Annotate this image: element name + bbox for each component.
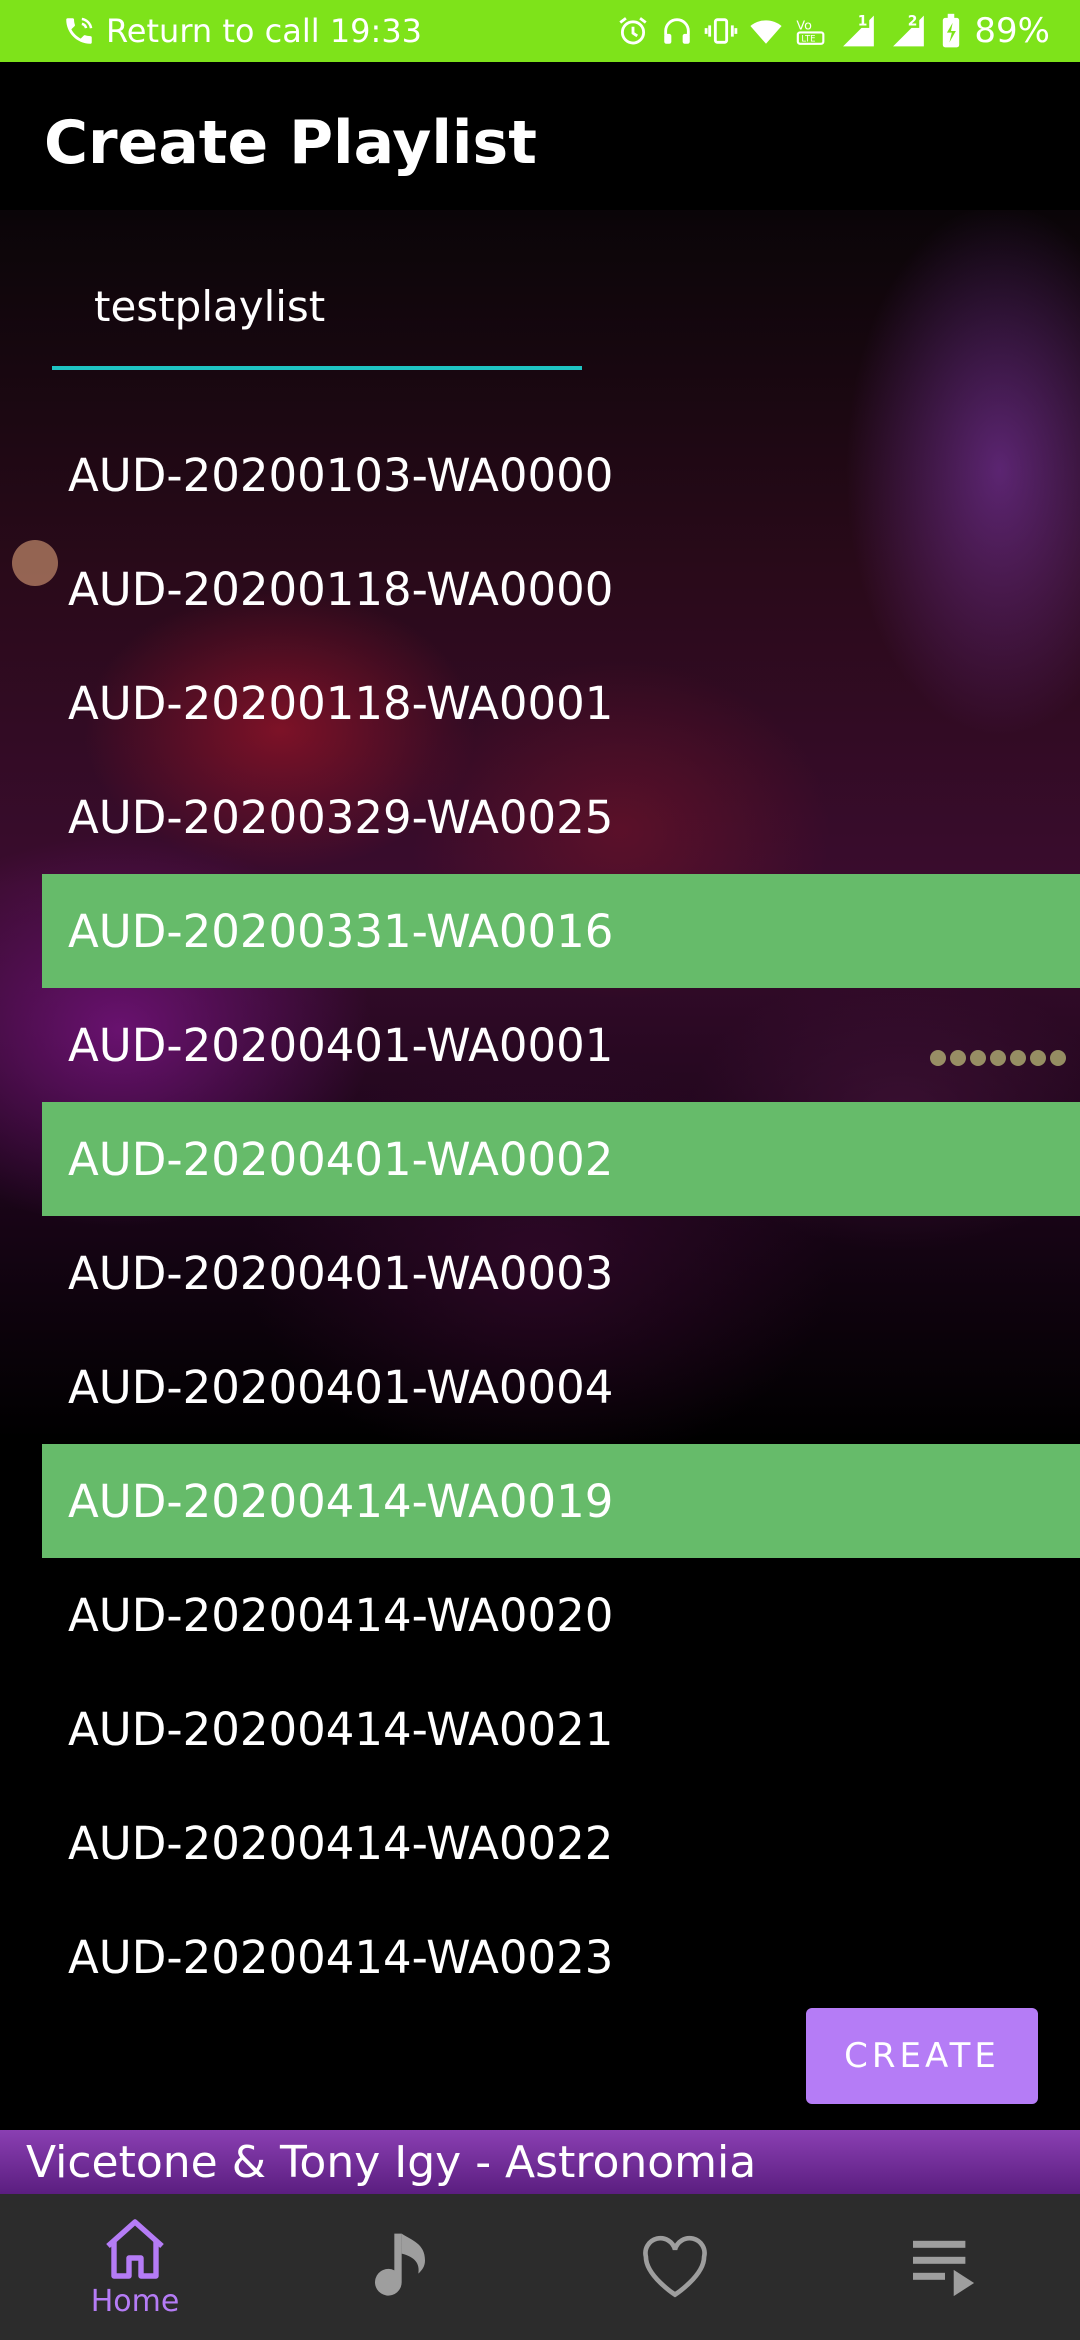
song-title: AUD-20200401-WA0003 xyxy=(68,1246,614,1300)
vibrate-icon xyxy=(704,14,738,48)
song-title: AUD-20200414-WA0023 xyxy=(68,1930,614,1984)
music-note-icon xyxy=(375,2233,425,2296)
song-title: AUD-20200331-WA0016 xyxy=(68,904,614,958)
queue-play-icon xyxy=(913,2240,975,2297)
now-playing-title: Vicetone & Tony Igy - Astronomia xyxy=(26,2136,757,2188)
wifi-icon xyxy=(748,14,784,48)
song-list: AUD-20200103-WA0000 AUD-20200118-WA0000 AU… xyxy=(42,418,1080,2014)
song-list-item[interactable]: AUD-20200329-WA0025 xyxy=(42,760,1080,874)
nav-queue[interactable] xyxy=(810,2194,1080,2340)
song-title: AUD-20200414-WA0021 xyxy=(68,1702,614,1756)
song-title: AUD-20200401-WA0001 xyxy=(68,1018,614,1072)
return-to-call-banner[interactable]: Return to call 19:33 xyxy=(62,12,422,50)
signal-sim2-icon: 2 xyxy=(890,12,930,50)
song-title: AUD-20200414-WA0022 xyxy=(68,1816,614,1870)
home-icon xyxy=(106,2218,164,2279)
heart-icon xyxy=(643,2235,707,2298)
song-title: AUD-20200414-WA0019 xyxy=(68,1474,614,1528)
song-list-item[interactable]: AUD-20200414-WA0021 xyxy=(42,1672,1080,1786)
song-list-item[interactable]: AUD-20200401-WA0002 xyxy=(42,1102,1080,1216)
song-list-item[interactable]: AUD-20200331-WA0016 xyxy=(42,874,1080,988)
status-bar: Return to call 19:33 Vo LTE 1 2 89% xyxy=(0,0,1080,62)
nav-home-label: Home xyxy=(90,2283,180,2319)
song-title: AUD-20200414-WA0020 xyxy=(68,1588,614,1642)
svg-text:LTE: LTE xyxy=(802,35,816,45)
signal-sim1-icon: 1 xyxy=(840,12,880,50)
nav-favorites[interactable] xyxy=(540,2194,810,2340)
svg-text:2: 2 xyxy=(908,14,918,30)
song-list-item[interactable]: AUD-20200414-WA0019 xyxy=(42,1444,1080,1558)
svg-text:1: 1 xyxy=(858,14,868,30)
song-title: AUD-20200329-WA0025 xyxy=(68,790,614,844)
song-list-item[interactable]: AUD-20200401-WA0001 xyxy=(42,988,1080,1102)
status-icons: Vo LTE 1 2 89% xyxy=(606,0,1050,62)
create-button[interactable]: CREATE xyxy=(806,2008,1038,2104)
song-title: AUD-20200401-WA0004 xyxy=(68,1360,614,1414)
svg-text:Vo: Vo xyxy=(797,19,813,34)
song-list-item[interactable]: AUD-20200414-WA0023 xyxy=(42,1900,1080,2014)
song-list-item[interactable]: AUD-20200103-WA0000 xyxy=(42,418,1080,532)
song-list-item[interactable]: AUD-20200118-WA0001 xyxy=(42,646,1080,760)
battery-charging-icon xyxy=(940,13,962,49)
song-list-item[interactable]: AUD-20200118-WA0000 xyxy=(42,532,1080,646)
playlist-name-input[interactable] xyxy=(94,282,564,331)
nav-home[interactable]: Home xyxy=(0,2194,270,2340)
phone-call-icon xyxy=(66,17,93,44)
alarm-icon xyxy=(616,14,650,48)
return-to-call-text: Return to call 19:33 xyxy=(106,12,423,50)
nav-songs[interactable] xyxy=(270,2194,540,2340)
song-title: AUD-20200118-WA0000 xyxy=(68,562,614,616)
page-title: Create Playlist xyxy=(44,108,537,178)
song-title: AUD-20200103-WA0000 xyxy=(68,448,614,502)
bottom-nav: Home xyxy=(0,2194,1080,2340)
volte-icon: Vo LTE xyxy=(794,14,830,48)
playlist-name-field[interactable] xyxy=(52,270,582,370)
headphones-icon xyxy=(660,14,694,48)
song-list-item[interactable]: AUD-20200401-WA0004 xyxy=(42,1330,1080,1444)
song-title: AUD-20200118-WA0001 xyxy=(68,676,614,730)
song-list-item[interactable]: AUD-20200401-WA0003 xyxy=(42,1216,1080,1330)
battery-percent: 89% xyxy=(974,11,1050,51)
song-title: AUD-20200401-WA0002 xyxy=(68,1132,614,1186)
song-list-item[interactable]: AUD-20200414-WA0022 xyxy=(42,1786,1080,1900)
song-list-item[interactable]: AUD-20200414-WA0020 xyxy=(42,1558,1080,1672)
now-playing-bar[interactable]: Vicetone & Tony Igy - Astronomia xyxy=(0,2130,1080,2194)
